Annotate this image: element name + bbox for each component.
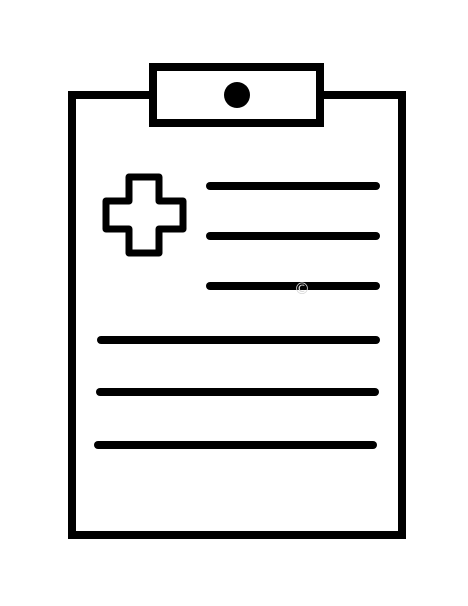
- medical-clipboard-icon: ©: [68, 63, 406, 539]
- icon-canvas: ©: [0, 0, 468, 606]
- watermark-icon: ©: [294, 279, 310, 298]
- clipboard-board: [68, 91, 406, 539]
- clip-hole: [224, 82, 250, 108]
